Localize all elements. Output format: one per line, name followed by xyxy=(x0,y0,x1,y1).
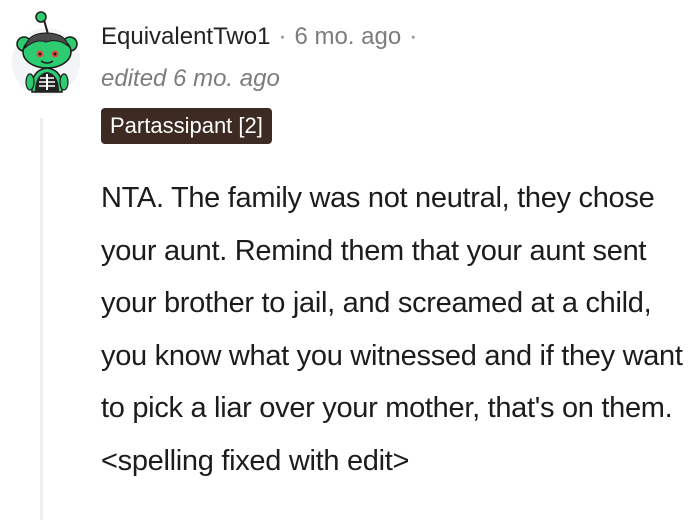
username-link[interactable]: EquivalentTwo1 xyxy=(101,23,270,50)
comment-meta: EquivalentTwo1 · 6 mo. ago · xyxy=(101,20,425,54)
meta-separator: · xyxy=(278,23,287,50)
snoo-avatar-icon xyxy=(12,11,80,96)
edited-label: edited 6 mo. ago xyxy=(101,65,280,92)
thread-collapse-line[interactable] xyxy=(40,118,43,520)
comment-timestamp[interactable]: 6 mo. ago xyxy=(294,23,401,50)
user-flair: Partassipant [2] xyxy=(101,108,272,144)
user-avatar[interactable] xyxy=(8,8,84,100)
meta-separator-trailing: · xyxy=(409,23,418,50)
comment-body: NTA. The family was not neutral, they ch… xyxy=(101,182,683,477)
comment: EquivalentTwo1 · 6 mo. ago · edited 6 mo. a… xyxy=(0,0,700,520)
